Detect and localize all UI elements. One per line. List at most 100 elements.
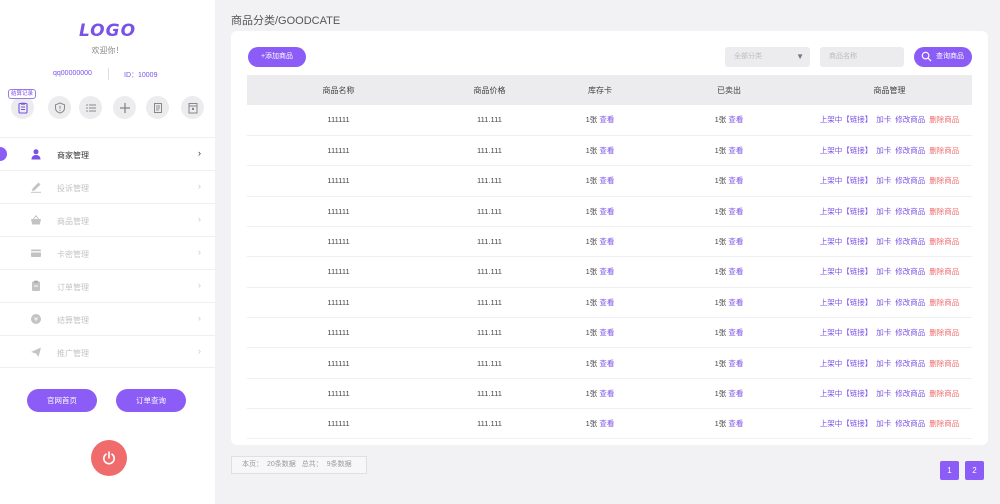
add-card-link[interactable]: 加卡 — [876, 389, 891, 398]
add-card-link[interactable]: 加卡 — [876, 237, 891, 246]
add-card-link[interactable]: 加卡 — [876, 115, 891, 124]
edit-goods-link[interactable]: 修改商品 — [895, 328, 925, 337]
edit-goods-link[interactable]: 修改商品 — [895, 389, 925, 398]
add-card-link[interactable]: 加卡 — [876, 359, 891, 368]
edit-goods-link[interactable]: 修改商品 — [895, 176, 925, 185]
breadcrumb: 商品分类/GOODCATE — [231, 15, 341, 27]
status-on-shelf-link[interactable]: 上架中【链接】 — [820, 146, 873, 155]
status-on-shelf-link[interactable]: 上架中【链接】 — [820, 298, 873, 307]
view-sold-link[interactable]: 查看 — [728, 359, 743, 368]
edit-goods-link[interactable]: 修改商品 — [895, 115, 925, 124]
sold-count: 1张 — [714, 267, 727, 277]
edit-goods-link[interactable]: 修改商品 — [895, 207, 925, 216]
view-stock-link[interactable]: 查看 — [599, 146, 614, 155]
delete-goods-link[interactable]: 删除商品 — [929, 207, 959, 216]
view-sold-link[interactable]: 查看 — [728, 419, 743, 428]
clipboard-icon — [32, 280, 40, 291]
stock-cell: 1张 查看 — [549, 378, 651, 410]
status-on-shelf-link[interactable]: 上架中【链接】 — [820, 237, 873, 246]
sidebar-item-complaint[interactable]: 投诉管理 › — [0, 170, 215, 203]
add-card-link[interactable]: 加卡 — [876, 419, 891, 428]
view-stock-link[interactable]: 查看 — [599, 176, 614, 185]
status-on-shelf-link[interactable]: 上架中【链接】 — [820, 176, 873, 185]
view-stock-link[interactable]: 查看 — [599, 267, 614, 276]
delete-goods-link[interactable]: 删除商品 — [929, 328, 959, 337]
edit-goods-link[interactable]: 修改商品 — [895, 359, 925, 368]
goods-name-input[interactable]: 商品名称 — [820, 47, 904, 67]
edit-goods-link[interactable]: 修改商品 — [895, 237, 925, 246]
view-stock-link[interactable]: 查看 — [599, 115, 614, 124]
home-button[interactable]: 官网首页 — [27, 389, 97, 412]
view-sold-link[interactable]: 查看 — [728, 176, 743, 185]
delete-goods-link[interactable]: 删除商品 — [929, 419, 959, 428]
delete-goods-link[interactable]: 删除商品 — [929, 146, 959, 155]
sold-cell: 1张 查看 — [651, 135, 807, 167]
add-goods-button[interactable]: +添加商品 — [248, 47, 306, 67]
sidebar-item-card[interactable]: 卡密管理 › — [0, 236, 215, 269]
view-sold-link[interactable]: 查看 — [728, 328, 743, 337]
quick-add-button[interactable] — [113, 96, 136, 119]
view-sold-link[interactable]: 查看 — [728, 389, 743, 398]
status-on-shelf-link[interactable]: 上架中【链接】 — [820, 267, 873, 276]
add-card-link[interactable]: 加卡 — [876, 176, 891, 185]
view-stock-link[interactable]: 查看 — [599, 328, 614, 337]
power-button[interactable] — [91, 440, 127, 476]
view-stock-link[interactable]: 查看 — [599, 419, 614, 428]
manage-cell: 上架中【链接】 加卡 修改商品 删除商品 — [807, 408, 972, 440]
status-on-shelf-link[interactable]: 上架中【链接】 — [820, 419, 873, 428]
stock-count: 1张 — [585, 267, 598, 277]
status-label: 上架中 — [819, 419, 843, 429]
add-card-link[interactable]: 加卡 — [876, 207, 891, 216]
table-row: 111111 111.111 1张 查看 1张 查看 上架中【链接】 加卡 修改商品 删除商品 — [247, 287, 972, 319]
status-label: 上架中 — [819, 297, 843, 307]
status-on-shelf-link[interactable]: 上架中【链接】 — [820, 115, 873, 124]
quick-trash-button[interactable] — [181, 96, 204, 119]
sidebar-item-settlement[interactable]: ¥ 结算管理 › — [0, 302, 215, 335]
delete-goods-link[interactable]: 删除商品 — [929, 237, 959, 246]
edit-goods-link[interactable]: 修改商品 — [895, 146, 925, 155]
view-sold-link[interactable]: 查看 — [728, 115, 743, 124]
delete-goods-link[interactable]: 删除商品 — [929, 115, 959, 124]
view-sold-link[interactable]: 查看 — [728, 237, 743, 246]
quick-settlement-button[interactable] — [11, 96, 34, 119]
status-on-shelf-link[interactable]: 上架中【链接】 — [820, 359, 873, 368]
add-card-link[interactable]: 加卡 — [876, 146, 891, 155]
delete-goods-link[interactable]: 删除商品 — [929, 176, 959, 185]
view-stock-link[interactable]: 查看 — [599, 207, 614, 216]
view-stock-link[interactable]: 查看 — [599, 359, 614, 368]
view-stock-link[interactable]: 查看 — [599, 389, 614, 398]
category-select[interactable]: 全部分类 ▼ — [725, 47, 810, 67]
add-card-link[interactable]: 加卡 — [876, 298, 891, 307]
status-on-shelf-link[interactable]: 上架中【链接】 — [820, 207, 873, 216]
view-sold-link[interactable]: 查看 — [728, 146, 743, 155]
add-card-link[interactable]: 加卡 — [876, 328, 891, 337]
page-button-2[interactable]: 2 — [965, 461, 984, 480]
delete-goods-link[interactable]: 删除商品 — [929, 267, 959, 276]
sidebar-item-merchant[interactable]: 商家管理 › — [0, 137, 215, 170]
sidebar-item-promotion[interactable]: 推广管理 › — [0, 335, 215, 368]
quick-complaint-button[interactable] — [48, 96, 71, 119]
quick-list-button[interactable] — [79, 96, 102, 119]
view-sold-link[interactable]: 查看 — [728, 267, 743, 276]
view-sold-link[interactable]: 查看 — [728, 298, 743, 307]
status-on-shelf-link[interactable]: 上架中【链接】 — [820, 389, 873, 398]
edit-goods-link[interactable]: 修改商品 — [895, 419, 925, 428]
edit-goods-link[interactable]: 修改商品 — [895, 267, 925, 276]
order-query-button[interactable]: 订单查询 — [116, 389, 186, 412]
quick-document-button[interactable] — [146, 96, 169, 119]
view-stock-link[interactable]: 查看 — [599, 237, 614, 246]
view-sold-link[interactable]: 查看 — [728, 207, 743, 216]
sidebar-item-goods[interactable]: 商品管理 › — [0, 203, 215, 236]
page-button-1[interactable]: 1 — [940, 461, 959, 480]
delete-goods-link[interactable]: 删除商品 — [929, 298, 959, 307]
delete-goods-link[interactable]: 删除商品 — [929, 359, 959, 368]
search-goods-button[interactable]: 查询商品 — [914, 47, 972, 67]
view-stock-link[interactable]: 查看 — [599, 298, 614, 307]
sold-count: 1张 — [714, 388, 727, 398]
edit-goods-link[interactable]: 修改商品 — [895, 298, 925, 307]
status-on-shelf-link[interactable]: 上架中【链接】 — [820, 328, 873, 337]
add-card-link[interactable]: 加卡 — [876, 267, 891, 276]
sidebar-item-label: 订单管理 — [57, 283, 89, 292]
delete-goods-link[interactable]: 删除商品 — [929, 389, 959, 398]
sidebar-item-order[interactable]: 订单管理 › — [0, 269, 215, 302]
